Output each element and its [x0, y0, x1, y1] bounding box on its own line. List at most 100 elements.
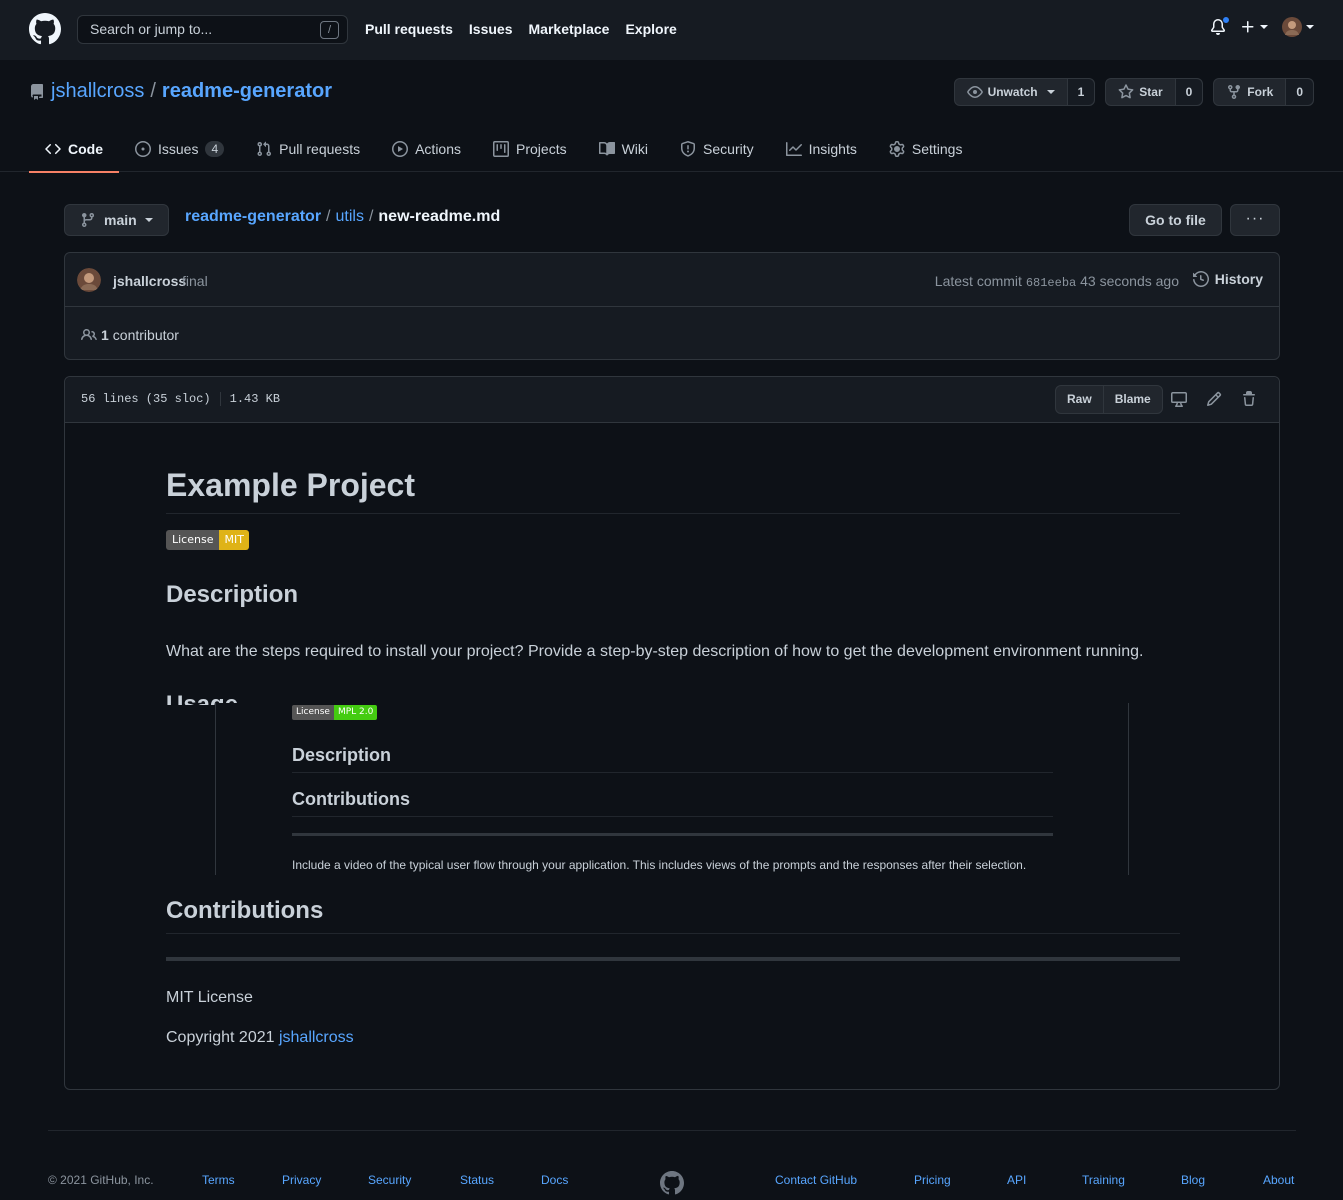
footer-link-blog[interactable]: Blog — [1181, 1173, 1205, 1187]
embedded-paragraph: Include a video of the typical user flow… — [292, 858, 1027, 872]
footer-link-contact[interactable]: Contact GitHub — [775, 1173, 857, 1187]
fork-label: Fork — [1247, 85, 1274, 99]
blame-button[interactable]: Blame — [1104, 386, 1162, 413]
people-icon — [81, 328, 97, 341]
footer-link-about[interactable]: About — [1263, 1173, 1294, 1187]
author-avatar[interactable] — [77, 268, 101, 292]
commit-message-link[interactable]: final — [182, 273, 208, 289]
license-badge[interactable]: License MIT — [166, 530, 249, 550]
avatar — [1282, 17, 1302, 37]
file-header: 56 lines (35 sloc) 1.43 KB Raw Blame — [65, 377, 1279, 423]
history-link[interactable]: History — [1192, 271, 1263, 287]
contributors-count: 1 — [101, 327, 109, 343]
graph-icon — [785, 142, 802, 156]
license-badge-label: License — [166, 530, 220, 550]
footer-link-terms[interactable]: Terms — [202, 1173, 235, 1187]
pencil-icon[interactable] — [1206, 391, 1222, 407]
embedded-divider — [292, 833, 1053, 836]
tab-projects-label: Projects — [516, 141, 567, 157]
footer-link-security[interactable]: Security — [368, 1173, 411, 1187]
tab-projects[interactable]: Projects — [477, 126, 583, 172]
fork-button[interactable]: Fork — [1214, 79, 1287, 105]
nav-explore[interactable]: Explore — [625, 21, 676, 37]
shield-icon — [681, 141, 696, 157]
footer-link-training[interactable]: Training — [1082, 1173, 1125, 1187]
global-header: Search or jump to... / Pull requests Iss… — [0, 0, 1343, 60]
nav-issues[interactable]: Issues — [469, 21, 513, 37]
footer-link-api[interactable]: API — [1007, 1173, 1026, 1187]
star-label: Star — [1139, 85, 1163, 99]
search-shortcut-key: / — [320, 21, 339, 39]
star-button[interactable]: Star — [1106, 79, 1176, 105]
branch-select-button[interactable]: main — [64, 204, 169, 236]
contributors-row[interactable]: 1 contributor — [81, 327, 179, 343]
unwatch-button[interactable]: Unwatch — [955, 79, 1068, 105]
license-paragraph: MIT License — [166, 989, 253, 1006]
user-menu-button[interactable] — [1282, 17, 1314, 37]
more-options-button[interactable]: ··· — [1230, 204, 1280, 236]
desktop-icon[interactable] — [1171, 391, 1187, 407]
tab-actions[interactable]: Actions — [376, 126, 477, 172]
breadcrumb: readme-generator / utils / new-readme.md — [185, 208, 500, 226]
tab-wiki[interactable]: Wiki — [583, 126, 664, 172]
notification-indicator — [1222, 16, 1230, 24]
fork-button-group: Fork 0 — [1213, 78, 1314, 106]
fork-icon — [1228, 85, 1241, 100]
copyright-paragraph: Copyright 2021 jshallcross — [166, 1029, 354, 1047]
tab-issues[interactable]: Issues 4 — [119, 126, 240, 172]
footer-link-pricing[interactable]: Pricing — [914, 1173, 951, 1187]
trash-icon[interactable] — [1241, 391, 1257, 407]
breadcrumb-utils-link[interactable]: utils — [336, 208, 364, 226]
global-nav: Pull requests Issues Marketplace Explore — [365, 21, 677, 37]
tab-security[interactable]: Security — [664, 126, 770, 172]
tab-security-label: Security — [703, 141, 754, 157]
raw-blame-group: Raw Blame — [1055, 385, 1163, 414]
commit-row: jshallcross final Latest commit 681eeba … — [65, 253, 1279, 307]
tab-wiki-label: Wiki — [621, 141, 649, 157]
embedded-heading-contributions: Contributions — [292, 789, 1053, 817]
watch-count[interactable]: 1 — [1067, 79, 1095, 105]
contributors-label: contributor — [112, 327, 179, 343]
nav-pull-requests[interactable]: Pull requests — [365, 21, 453, 37]
embedded-screenshot-image: License MPL 2.0 Description Contribution… — [215, 703, 1129, 875]
repo-owner-link[interactable]: jshallcross — [51, 80, 144, 103]
tab-insights[interactable]: Insights — [770, 126, 873, 172]
footer-link-status[interactable]: Status — [460, 1173, 494, 1187]
star-icon — [1118, 84, 1134, 99]
raw-button[interactable]: Raw — [1056, 386, 1104, 413]
header-actions — [1210, 16, 1314, 37]
tab-pull-requests[interactable]: Pull requests — [240, 126, 376, 172]
breadcrumb-separator: / — [326, 208, 331, 225]
go-to-file-button[interactable]: Go to file — [1129, 204, 1222, 236]
commit-sha-link[interactable]: 681eeba — [1026, 276, 1076, 290]
tab-settings[interactable]: Settings — [873, 126, 979, 172]
fork-count[interactable]: 0 — [1286, 79, 1313, 105]
notifications-button[interactable] — [1210, 16, 1230, 35]
copyright-author-link[interactable]: jshallcross — [279, 1029, 354, 1046]
readme-title: Example Project — [166, 467, 1180, 514]
repo-header: jshallcross / readme-generator Unwatch 1… — [0, 60, 1343, 173]
tab-settings-label: Settings — [911, 141, 963, 157]
github-logo-icon[interactable] — [29, 13, 61, 45]
pull-request-icon — [257, 141, 272, 157]
star-count[interactable]: 0 — [1175, 79, 1203, 105]
file-size: 1.43 KB — [229, 392, 281, 406]
chevron-down-icon — [1046, 90, 1055, 94]
nav-marketplace[interactable]: Marketplace — [529, 21, 610, 37]
footer-link-docs[interactable]: Docs — [541, 1173, 568, 1187]
tab-code[interactable]: Code — [29, 126, 119, 173]
search-placeholder: Search or jump to... — [90, 21, 213, 37]
repo-icon — [30, 83, 43, 100]
repo-name-link[interactable]: readme-generator — [162, 80, 332, 103]
history-label: History — [1214, 271, 1263, 287]
breadcrumb-repo-link[interactable]: readme-generator — [185, 208, 321, 226]
footer-link-privacy[interactable]: Privacy — [282, 1173, 321, 1187]
create-new-button[interactable] — [1240, 19, 1268, 35]
github-mark-icon[interactable] — [660, 1171, 684, 1195]
site-footer: © 2021 GitHub, Inc. Terms Privacy Securi… — [48, 1171, 1296, 1195]
branch-name: main — [104, 212, 137, 228]
commit-author-link[interactable]: jshallcross — [113, 273, 186, 289]
breadcrumb-separator: / — [368, 208, 374, 225]
search-input[interactable]: Search or jump to... / — [77, 15, 348, 44]
file-actions — [1171, 391, 1257, 407]
